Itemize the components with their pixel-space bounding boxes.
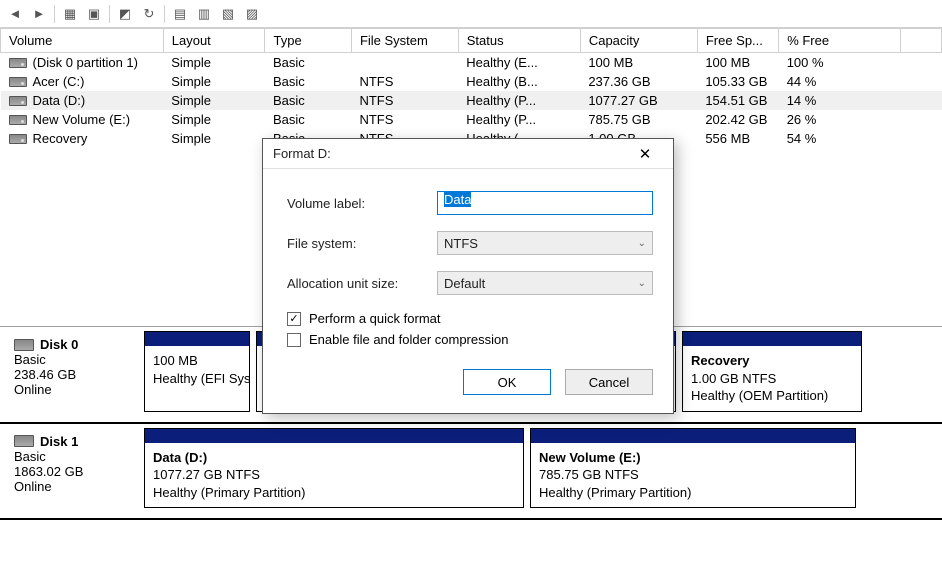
disk-name: Disk 0 <box>14 337 132 352</box>
toolbar-icon[interactable]: ▥ <box>193 3 215 25</box>
volume-label-label: Volume label: <box>287 196 437 211</box>
column-header[interactable]: Layout <box>163 29 265 53</box>
chevron-down-icon: ⌄ <box>638 278 646 289</box>
toolbar-icon[interactable]: ▨ <box>241 3 263 25</box>
partition[interactable]: Recovery1.00 GB NTFSHealthy (OEM Partiti… <box>682 331 862 412</box>
partition[interactable]: New Volume (E:)785.75 GB NTFSHealthy (Pr… <box>530 428 856 509</box>
dialog-title: Format D: <box>273 146 627 161</box>
toolbar: ◄ ► ▦ ▣ ◩ ↻ ▤ ▥ ▧ ▨ <box>0 0 942 28</box>
table-row[interactable]: (Disk 0 partition 1)SimpleBasicHealthy (… <box>1 53 942 73</box>
quick-format-checkbox[interactable]: ✓Perform a quick format <box>287 311 653 326</box>
allocation-unit-select[interactable]: Default⌄ <box>437 271 653 295</box>
column-header[interactable]: Type <box>265 29 351 53</box>
file-system-select[interactable]: NTFS⌄ <box>437 231 653 255</box>
disk-name: Disk 1 <box>14 434 132 449</box>
column-header[interactable]: Free Sp... <box>697 29 778 53</box>
disk-icon <box>9 134 27 144</box>
table-row[interactable]: New Volume (E:)SimpleBasicNTFSHealthy (P… <box>1 110 942 129</box>
file-system-label: File system: <box>287 236 437 251</box>
close-icon[interactable]: ✕ <box>627 142 663 166</box>
back-icon[interactable]: ◄ <box>4 3 26 25</box>
chevron-down-icon: ⌄ <box>638 238 646 249</box>
cancel-button[interactable]: Cancel <box>565 369 653 395</box>
disk-icon <box>9 96 27 106</box>
refresh-icon[interactable]: ↻ <box>138 3 160 25</box>
partition[interactable]: 100 MBHealthy (EFI Syst <box>144 331 250 412</box>
table-row[interactable]: Acer (C:)SimpleBasicNTFSHealthy (B...237… <box>1 72 942 91</box>
ok-button[interactable]: OK <box>463 369 551 395</box>
column-header[interactable]: File System <box>351 29 458 53</box>
disk-block: Disk 1Basic1863.02 GBOnlineData (D:)1077… <box>0 424 942 521</box>
disk-icon <box>9 115 27 125</box>
toolbar-icon[interactable]: ◩ <box>114 3 136 25</box>
partition[interactable]: Data (D:)1077.27 GB NTFSHealthy (Primary… <box>144 428 524 509</box>
disk-icon <box>9 58 27 68</box>
compression-checkbox[interactable]: Enable file and folder compression <box>287 332 653 347</box>
toolbar-icon[interactable]: ▣ <box>83 3 105 25</box>
table-row[interactable]: Data (D:)SimpleBasicNTFSHealthy (P...107… <box>1 91 942 110</box>
forward-icon[interactable]: ► <box>28 3 50 25</box>
volume-label-input[interactable]: Data <box>437 191 653 215</box>
column-header[interactable]: Volume <box>1 29 164 53</box>
column-header[interactable]: % Free <box>779 29 901 53</box>
toolbar-icon[interactable]: ▦ <box>59 3 81 25</box>
toolbar-icon[interactable]: ▤ <box>169 3 191 25</box>
allocation-unit-label: Allocation unit size: <box>287 276 437 291</box>
disk-icon <box>9 77 27 87</box>
column-header[interactable]: Capacity <box>580 29 697 53</box>
format-dialog: Format D: ✕ Volume label: Data File syst… <box>262 138 674 414</box>
column-header[interactable]: Status <box>458 29 580 53</box>
toolbar-icon[interactable]: ▧ <box>217 3 239 25</box>
